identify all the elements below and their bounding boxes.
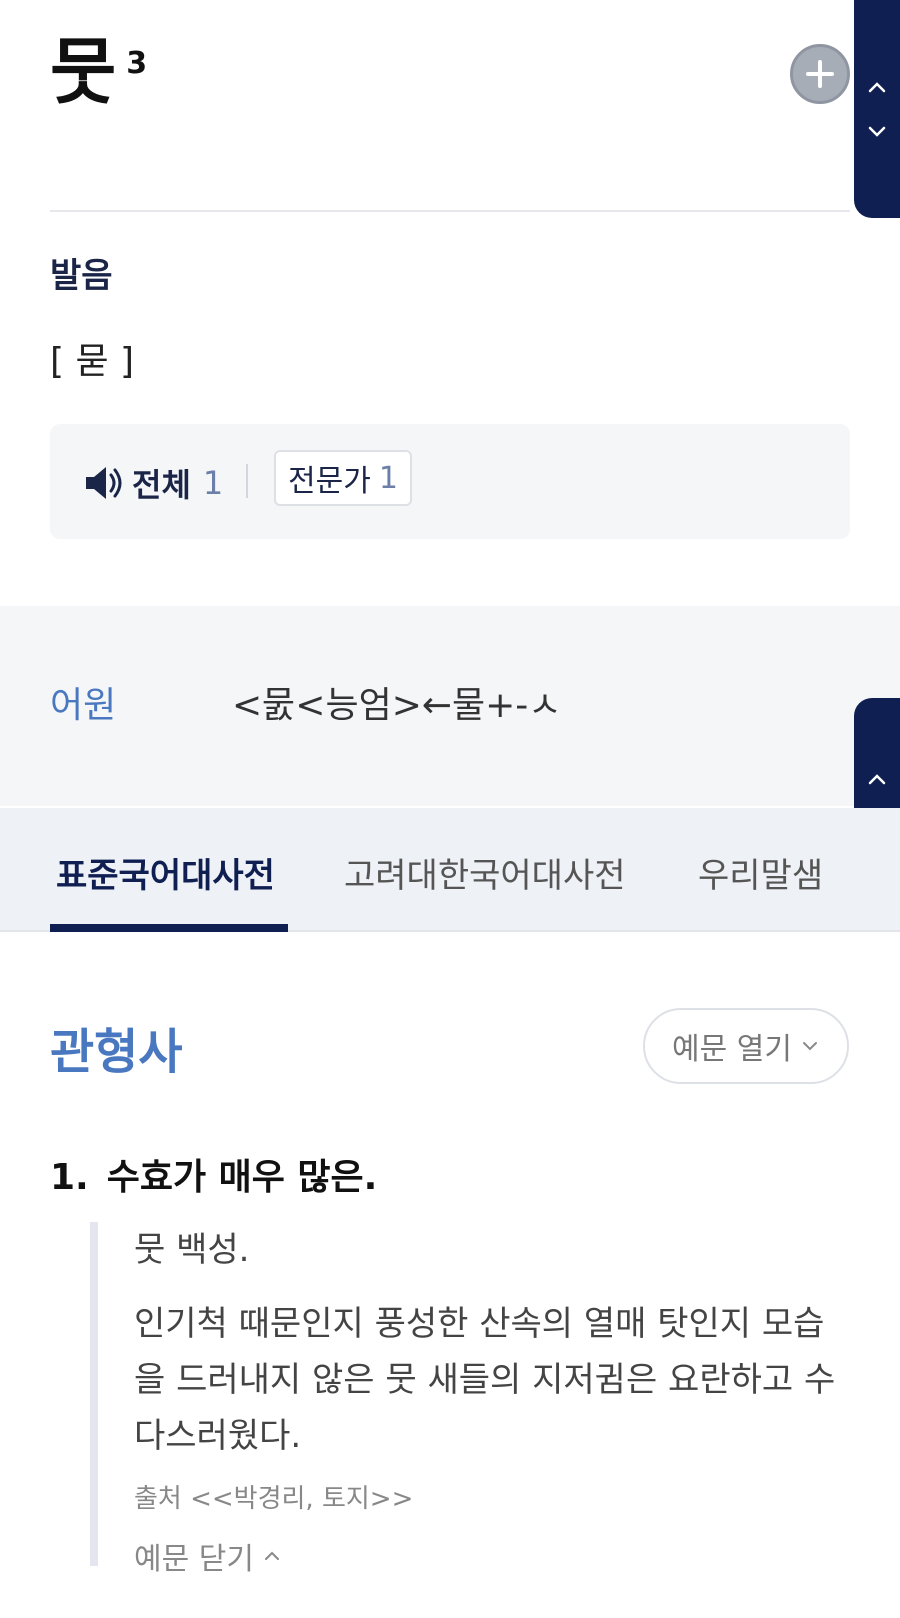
part-of-speech: 관형사 — [50, 1024, 183, 1080]
chevron-up-icon — [868, 774, 886, 785]
scroll-up-button[interactable] — [862, 72, 892, 102]
audio-all-count: 1 — [202, 464, 224, 502]
sense-text: 수효가 매우 많은. — [106, 1157, 378, 1198]
example-source: 출처 <<박경리, 토지>> — [134, 1484, 414, 1514]
audio-all-label: 전체 — [132, 466, 191, 504]
sense-number: 1. — [50, 1157, 89, 1198]
header-divider — [50, 210, 850, 212]
close-examples-button[interactable]: 예문 닫기 — [134, 1534, 282, 1578]
scroll-up-button-2[interactable] — [862, 764, 892, 794]
tab-urimalsaem[interactable]: 우리말샘 — [698, 848, 823, 897]
sense-definition: 1. 수효가 매우 많은. — [50, 1148, 377, 1200]
pronunciation-audio-box: 전체 1 전문가 1 — [50, 424, 850, 539]
example-sentence: 인기척 때문인지 풍성한 산속의 열매 탓인지 모습을 드러내지 않은 뭇 새들… — [134, 1304, 836, 1456]
open-examples-button[interactable]: 예문 열기 — [643, 1008, 849, 1084]
side-scroll-nav-top — [854, 0, 900, 218]
chevron-down-icon — [868, 126, 886, 137]
example-sentence: 뭇 백성. — [134, 1230, 250, 1270]
add-to-wordbook-button[interactable] — [790, 44, 850, 104]
close-examples-label: 예문 닫기 — [134, 1542, 254, 1577]
headword-text: 뭇 — [50, 30, 117, 114]
etymology-label: 어원 — [50, 685, 117, 726]
active-tab-indicator — [50, 924, 288, 932]
audio-separator — [246, 464, 248, 498]
open-examples-label: 예문 열기 — [672, 1032, 792, 1067]
expert-audio-button[interactable]: 전문가 1 — [274, 450, 412, 506]
examples-block: 뭇 백성. 인기척 때문인지 풍성한 산속의 열매 탓인지 모습을 드러내지 않… — [90, 1222, 850, 1577]
expert-count: 1 — [378, 460, 398, 496]
pronunciation-value: [ 묻 ] — [50, 341, 135, 382]
headword: 뭇 3 — [50, 36, 147, 108]
scroll-down-button[interactable] — [862, 116, 892, 146]
dictionary-tabs: 표준국어대사전 고려대한국어대사전 우리말샘 — [0, 808, 900, 932]
speaker-icon — [86, 467, 122, 499]
etymology-section: 어원 <뭀<능엄>←물+-ㅅ — [0, 606, 900, 806]
audio-all-button[interactable]: 전체 1 — [82, 460, 223, 506]
plus-circle-icon — [806, 60, 834, 88]
chevron-up-icon — [868, 82, 886, 93]
tab-standard-dictionary[interactable]: 표준국어대사전 — [56, 848, 275, 897]
tab-korea-univ-dictionary[interactable]: 고려대한국어대사전 — [344, 848, 626, 897]
expert-label: 전문가 — [288, 464, 371, 499]
chevron-down-icon — [802, 1042, 817, 1051]
pronunciation-label: 발음 — [50, 256, 113, 296]
homonym-number: 3 — [126, 46, 148, 81]
etymology-value: <뭀<능엄>←물+-ㅅ — [232, 685, 562, 726]
chevron-up-icon — [264, 1551, 279, 1560]
